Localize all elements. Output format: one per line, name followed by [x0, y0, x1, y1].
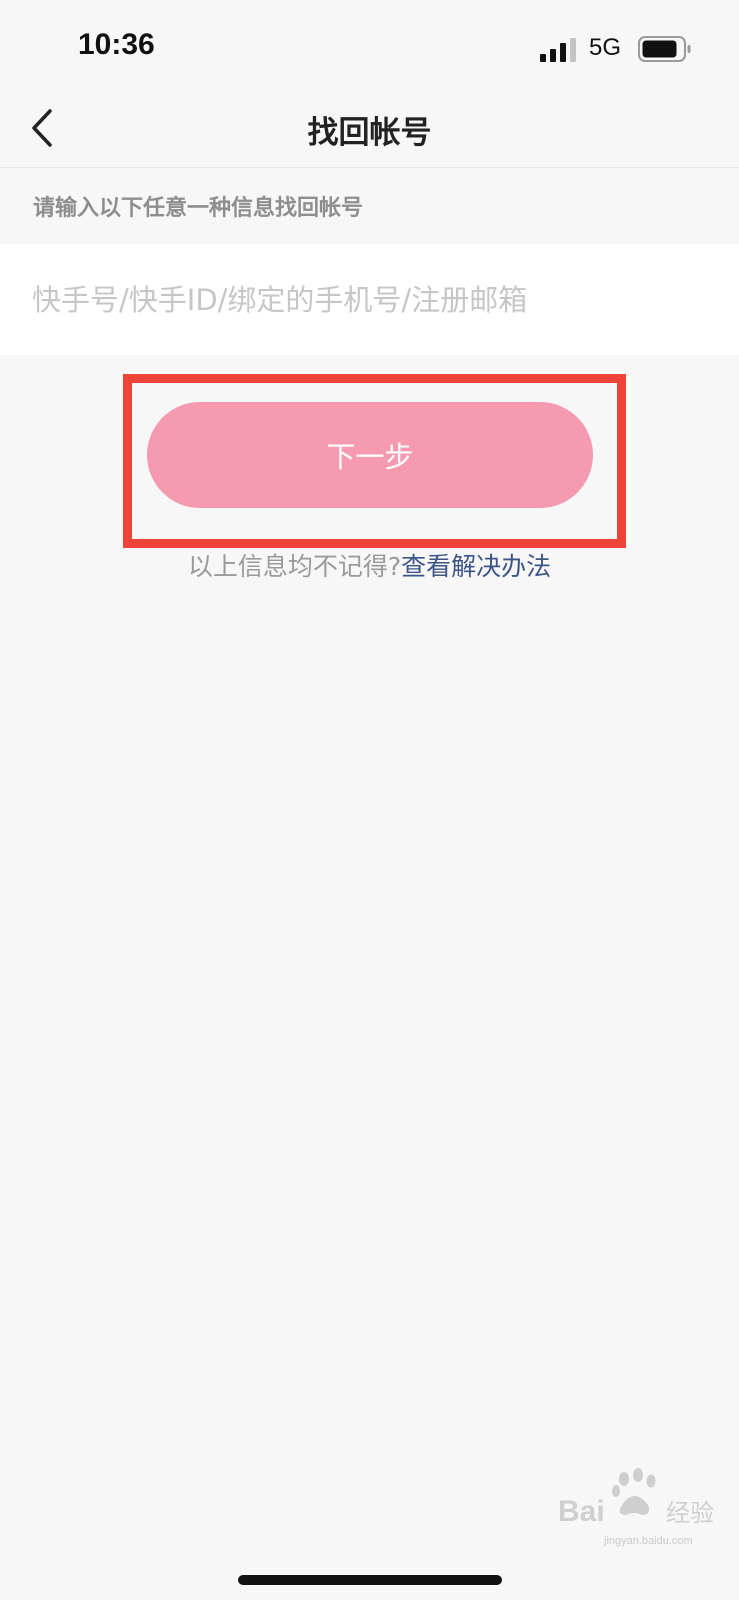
- signal-icon: [540, 38, 576, 62]
- watermark-brand: Bai: [558, 1495, 605, 1528]
- battery-icon: [638, 36, 691, 62]
- view-solution-link[interactable]: 查看解决办法: [401, 552, 551, 581]
- account-input[interactable]: [32, 244, 712, 355]
- network-label: 5G: [589, 34, 622, 61]
- nav-bar: 找回帐号: [0, 95, 739, 168]
- form-hint: 请输入以下任意一种信息找回帐号: [33, 196, 364, 221]
- watermark-url: jingyan.baidu.com: [604, 1535, 693, 1547]
- account-input-row: [0, 244, 739, 355]
- help-prefix: 以上信息均不记得?: [187, 552, 402, 581]
- baidu-jingyan-watermark: Bai 经验: [558, 1468, 714, 1528]
- page-title: 找回帐号: [307, 115, 432, 151]
- next-step-button[interactable]: 下一步: [147, 402, 593, 508]
- status-time: 10:36: [78, 28, 155, 61]
- status-bar: 10:36 5G: [0, 0, 739, 95]
- help-row: 以上信息均不记得?查看解决办法: [0, 547, 739, 583]
- watermark-brand-tail: 经验: [666, 1499, 714, 1527]
- home-indicator: [238, 1575, 502, 1585]
